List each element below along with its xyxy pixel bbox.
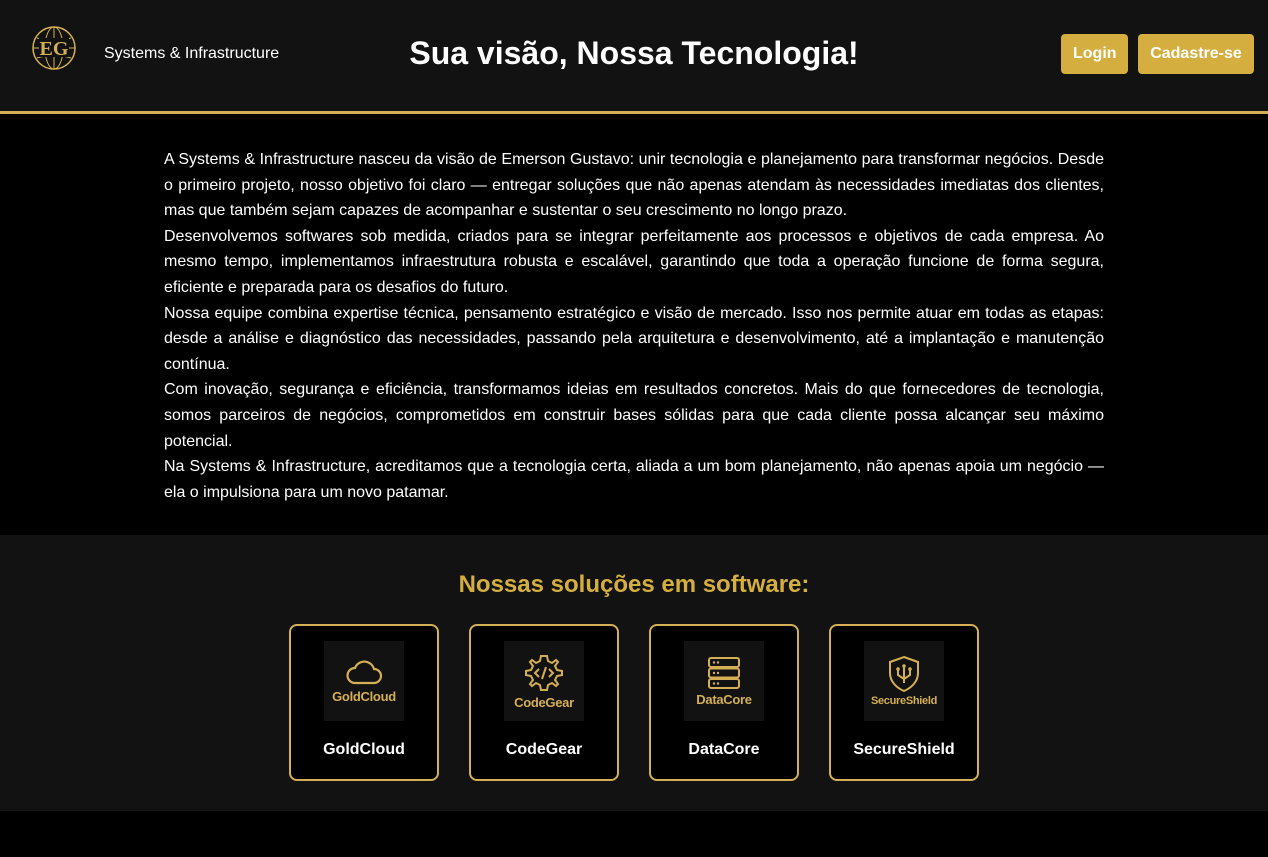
svg-text:EG: EG [40, 38, 69, 60]
login-button[interactable]: Login [1061, 34, 1128, 74]
solution-card-title: CodeGear [505, 741, 583, 758]
datacore-logo: DataCore [684, 641, 764, 721]
solution-card-codegear[interactable]: CodeGear CodeGear [469, 624, 619, 781]
solution-card-goldcloud[interactable]: GoldCloud GoldCloud [289, 624, 439, 781]
goldcloud-logo: GoldCloud [324, 641, 404, 721]
eg-logo[interactable]: EG [31, 25, 77, 71]
solution-card-title: GoldCloud [323, 741, 405, 758]
about-paragraph: Desenvolvemos softwares sob medida, cria… [164, 227, 1104, 296]
solutions-section: Nossas soluções em software: GoldCloud G… [0, 535, 1268, 811]
signup-button[interactable]: Cadastre-se [1138, 34, 1254, 74]
solution-card-title: DataCore [688, 741, 760, 758]
codegear-logo: CodeGear [504, 641, 584, 721]
about-paragraph: A Systems & Infrastructure nasceu da vis… [164, 151, 1104, 220]
site-header: EG Systems & Infrastructure Sua visão, N… [0, 0, 1268, 114]
solution-card-datacore[interactable]: DataCore DataCore [649, 624, 799, 781]
about-paragraph: Nossa equipe combina expertise técnica, … [164, 304, 1104, 373]
shield-icon [889, 655, 919, 693]
solution-card-secureshield[interactable]: SecureShield SecureShield [829, 624, 979, 781]
secureshield-logo: SecureShield [864, 641, 944, 721]
about-paragraph: Na Systems & Infrastructure, acreditamos… [164, 458, 1104, 501]
brand-name: Systems & Infrastructure [104, 45, 280, 62]
solution-card-title: SecureShield [853, 741, 955, 758]
solutions-title: Nossas soluções em software: [458, 571, 810, 598]
cloud-icon [346, 659, 383, 684]
code-gear-icon [525, 654, 563, 691]
solutions-cards: GoldCloud GoldCloud CodeGear CodeGear Da… [289, 624, 979, 781]
about-paragraph: Com inovação, segurança e eficiência, tr… [164, 381, 1104, 450]
about-section: A Systems & Infrastructure nasceu da vis… [164, 147, 1104, 505]
database-icon [708, 656, 740, 689]
